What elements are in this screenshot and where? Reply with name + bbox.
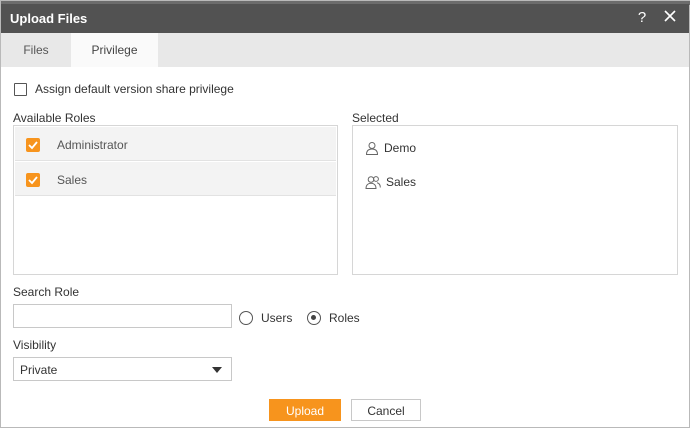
available-roles-label: Available Roles: [13, 111, 96, 125]
radio-users[interactable]: Users: [239, 311, 292, 325]
dialog-titlebar: Upload Files ?: [1, 4, 689, 33]
group-icon: [365, 176, 381, 189]
role-item-label: Sales: [57, 173, 88, 187]
role-item-label: Administrator: [57, 138, 128, 152]
visibility-label: Visibility: [13, 338, 57, 352]
dialog-title: Upload Files: [10, 11, 88, 26]
close-icon[interactable]: [661, 9, 679, 27]
tab-files[interactable]: Files: [1, 33, 71, 67]
chevron-down-icon: [212, 367, 222, 373]
selected-item-demo[interactable]: Demo: [365, 139, 416, 157]
selected-list: Demo Sales: [352, 125, 678, 275]
tab-bar: Files Privilege: [1, 33, 689, 67]
checked-checkbox[interactable]: [26, 138, 40, 152]
upload-button[interactable]: Upload: [269, 399, 341, 421]
visibility-value: Private: [20, 363, 58, 377]
user-icon: [365, 142, 379, 155]
tab-privilege[interactable]: Privilege: [71, 33, 158, 67]
available-roles-list: Administrator Sales: [13, 125, 338, 275]
role-item-administrator[interactable]: Administrator: [15, 127, 336, 161]
role-item-sales[interactable]: Sales: [15, 162, 336, 196]
radio-users-label: Users: [261, 311, 293, 325]
cancel-button[interactable]: Cancel: [351, 399, 421, 421]
radio-roles-circle[interactable]: [307, 311, 321, 325]
checkbox-box[interactable]: [14, 82, 27, 96]
assign-default-privilege-checkbox[interactable]: Assign default version share privilege: [14, 82, 234, 96]
visibility-select[interactable]: Private: [13, 357, 232, 381]
radio-roles-label: Roles: [329, 311, 360, 325]
selected-item-label: Sales: [386, 175, 417, 189]
assign-default-privilege-label: Assign default version share privilege: [35, 82, 234, 96]
selected-item-label: Demo: [384, 141, 417, 155]
help-icon[interactable]: ?: [633, 9, 651, 27]
upload-files-dialog: Upload Files ? Files Privilege Assign de…: [0, 0, 690, 428]
search-role-input[interactable]: [13, 304, 232, 328]
selected-label: Selected: [352, 111, 399, 125]
checked-checkbox[interactable]: [26, 173, 40, 187]
search-role-label: Search Role: [13, 285, 80, 299]
radio-users-circle[interactable]: [239, 311, 253, 325]
radio-roles[interactable]: Roles: [307, 311, 360, 325]
selected-item-sales[interactable]: Sales: [365, 173, 416, 191]
